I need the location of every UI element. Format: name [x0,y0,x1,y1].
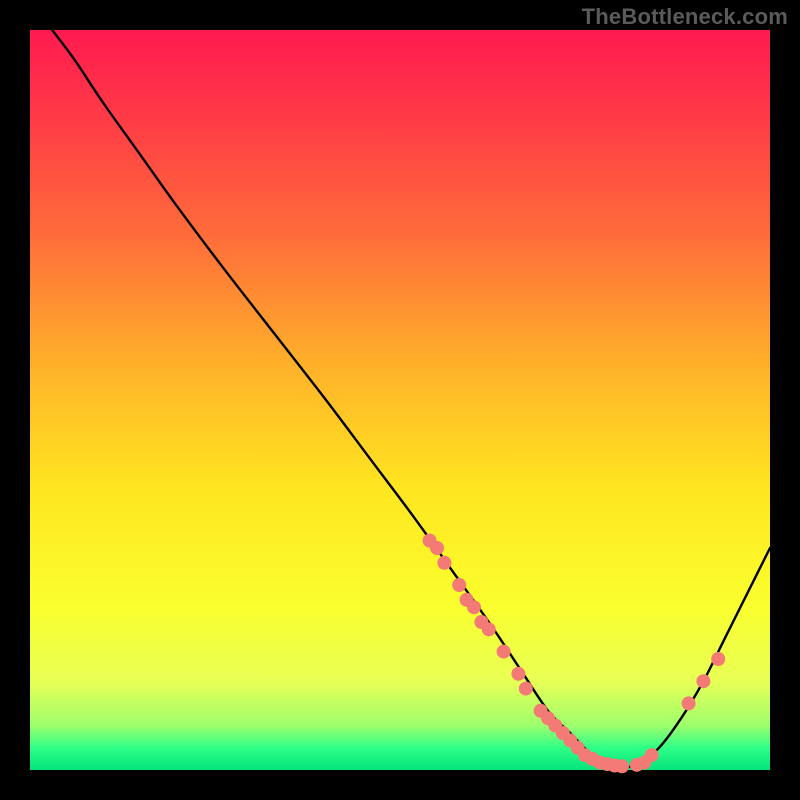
watermark: TheBottleneck.com [582,4,788,30]
data-marker [519,682,533,696]
curve-line [52,30,770,767]
data-marker [430,541,444,555]
data-marker [467,600,481,614]
data-marker [682,696,696,710]
data-marker [645,748,659,762]
plot-area [30,30,770,770]
data-marker [437,556,451,570]
data-marker [452,578,466,592]
data-marker [615,759,629,773]
data-marker [511,667,525,681]
data-marker [482,622,496,636]
chart-container: TheBottleneck.com [0,0,800,800]
data-markers [423,534,726,774]
data-marker [711,652,725,666]
data-marker [497,645,511,659]
data-marker [696,674,710,688]
chart-svg [30,30,770,770]
